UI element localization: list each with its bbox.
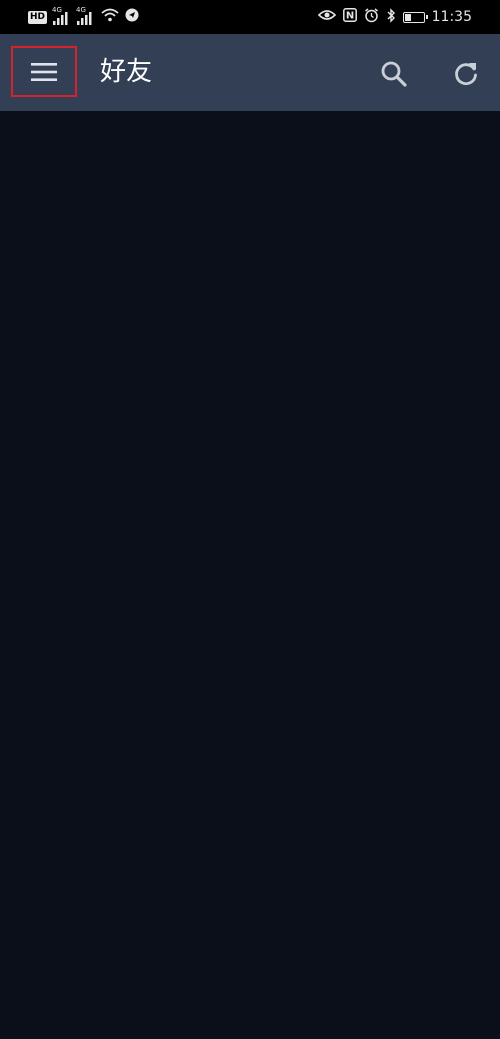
wifi-icon (101, 8, 119, 26)
sim2-network-label: 4G (76, 6, 86, 14)
status-bar: HD 4G 4G N 11:35 (0, 0, 500, 34)
alarm-icon (364, 7, 379, 27)
hd-badge: HD (28, 10, 48, 24)
nfc-label: N (345, 11, 353, 22)
battery-icon (402, 11, 428, 23)
battery-fill (404, 13, 411, 21)
menu-button[interactable] (11, 46, 77, 97)
app-bar: 好友 (0, 34, 500, 111)
refresh-button[interactable] (446, 54, 486, 94)
search-button[interactable] (374, 54, 414, 94)
hamburger-menu-icon (31, 62, 57, 81)
eye-comfort-icon (317, 9, 336, 25)
sim1-signal-icon: 4G (52, 6, 71, 25)
page-title: 好友 (100, 57, 153, 87)
friends-list-area (0, 111, 500, 1039)
nfc-icon: N (342, 8, 357, 26)
refresh-icon (455, 63, 477, 86)
status-right: N 11:35 (317, 7, 472, 27)
sim1-network-label: 4G (52, 6, 62, 14)
location-share-icon (125, 8, 139, 26)
search-icon (381, 61, 407, 87)
sim2-signal-icon: 4G (76, 6, 95, 25)
bluetooth-icon (386, 7, 396, 27)
status-left: HD 4G 4G (28, 6, 139, 26)
status-time: 11:35 (431, 9, 472, 25)
